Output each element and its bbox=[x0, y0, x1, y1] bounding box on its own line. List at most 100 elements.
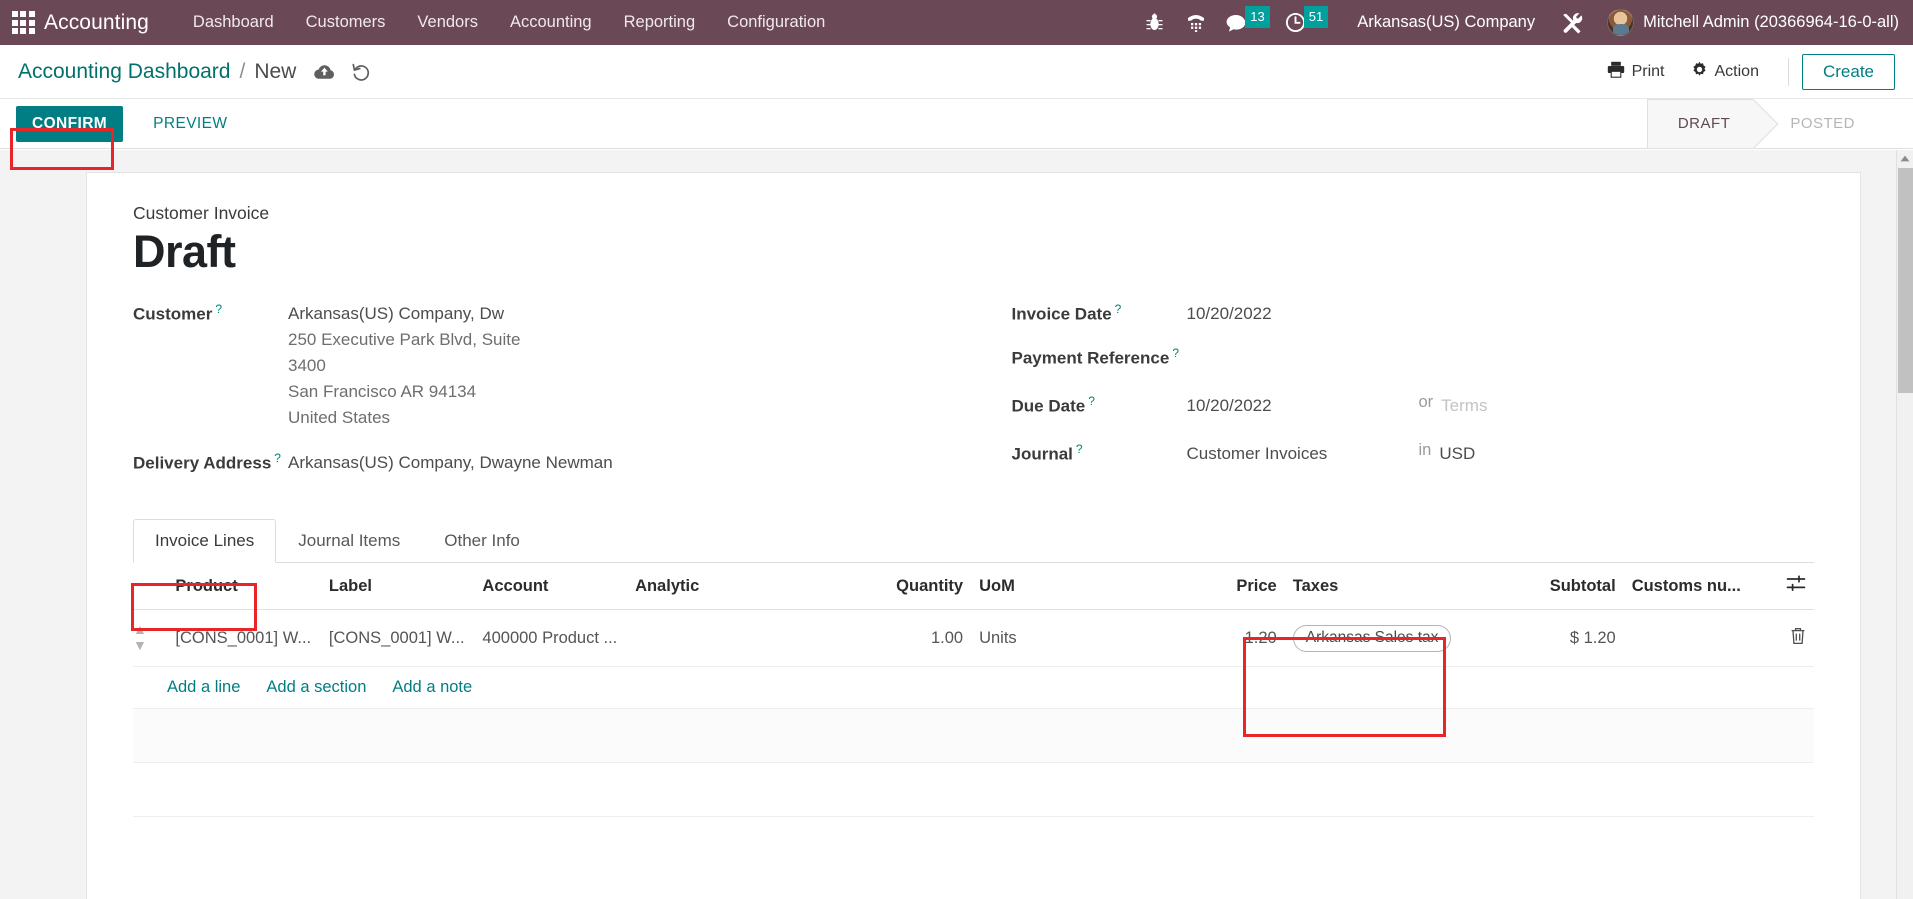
undo-icon[interactable] bbox=[351, 63, 371, 81]
customer-address-line-1: 250 Executive Park Blvd, Suite bbox=[288, 330, 521, 350]
invoice-lines-table: Product Label Account Analytic Quantity … bbox=[133, 563, 1814, 818]
column-subtotal[interactable]: Subtotal bbox=[1517, 563, 1624, 611]
apps-grid-icon[interactable] bbox=[10, 10, 36, 36]
help-icon[interactable]: ? bbox=[1076, 442, 1083, 456]
payment-reference-input[interactable] bbox=[1187, 345, 1387, 371]
add-a-section-link[interactable]: Add a section bbox=[266, 678, 366, 697]
nav-item-configuration[interactable]: Configuration bbox=[711, 7, 841, 38]
column-product[interactable]: Product bbox=[167, 563, 321, 611]
user-name-label: Mitchell Admin (20366964-16-0-all) bbox=[1643, 13, 1899, 31]
navbar-icon-group: 13 51 bbox=[1133, 0, 1335, 45]
help-icon[interactable]: ? bbox=[1088, 394, 1095, 408]
add-row: Add a line Add a section Add a note bbox=[133, 666, 1814, 710]
cell-customs-number[interactable] bbox=[1623, 609, 1776, 668]
phone-keypad-icon[interactable] bbox=[1175, 0, 1217, 45]
breadcrumb-root-link[interactable]: Accounting Dashboard bbox=[18, 60, 230, 84]
row-drag-handle-icon[interactable]: ▲ ▼ bbox=[133, 609, 168, 668]
bug-icon[interactable] bbox=[1133, 0, 1175, 45]
status-pipeline: DRAFT POSTED bbox=[1646, 98, 1913, 149]
nav-item-reporting[interactable]: Reporting bbox=[608, 7, 712, 38]
cell-price[interactable]: 1.20 bbox=[1213, 609, 1285, 668]
column-quantity[interactable]: Quantity bbox=[859, 563, 972, 611]
control-panel-divider bbox=[1787, 57, 1789, 86]
due-date-input[interactable]: 10/20/2022 bbox=[1187, 393, 1419, 419]
field-due-date: Due Date? 10/20/2022 or Terms bbox=[1012, 393, 1815, 419]
empty-row-1 bbox=[133, 708, 1814, 764]
cell-account[interactable]: 400000 Product ... bbox=[474, 609, 628, 668]
tab-invoice-lines[interactable]: Invoice Lines bbox=[133, 519, 277, 564]
user-menu[interactable]: Mitchell Admin (20366964-16-0-all) bbox=[1593, 9, 1899, 36]
cell-label[interactable]: [CONS_0001] W... bbox=[320, 609, 475, 668]
messages-count-badge: 13 bbox=[1245, 5, 1270, 28]
action-button[interactable]: Action bbox=[1678, 55, 1772, 89]
journal-input[interactable]: Customer Invoices bbox=[1187, 441, 1419, 467]
help-icon[interactable]: ? bbox=[1172, 346, 1179, 360]
invoice-sheet: Customer Invoice Draft Customer? Arkansa… bbox=[86, 172, 1861, 899]
tab-other-info[interactable]: Other Info bbox=[422, 519, 542, 563]
column-customs-number[interactable]: Customs nu... bbox=[1623, 563, 1776, 611]
active-company-selector[interactable]: Arkansas(US) Company bbox=[1335, 13, 1551, 32]
create-button[interactable]: Create bbox=[1801, 53, 1895, 90]
table-row[interactable]: ▲ ▼ [CONS_0001] W... [CONS_0001] W... 400… bbox=[133, 609, 1814, 668]
invoice-lines-body: ▲ ▼ [CONS_0001] W... [CONS_0001] W... 400… bbox=[133, 609, 1814, 818]
row-delete-button[interactable] bbox=[1775, 609, 1814, 668]
cell-analytic[interactable] bbox=[627, 609, 860, 668]
customer-address-line-4: United States bbox=[288, 407, 391, 427]
tab-journal-items[interactable]: Journal Items bbox=[276, 519, 422, 563]
help-icon[interactable]: ? bbox=[215, 302, 222, 316]
preview-button[interactable]: PREVIEW bbox=[137, 106, 243, 142]
breadcrumb-current: New bbox=[254, 59, 297, 83]
journal-label: Journal? bbox=[1011, 441, 1083, 464]
table-header-row: Product Label Account Analytic Quantity … bbox=[133, 563, 1814, 611]
print-label: Print bbox=[1631, 62, 1665, 80]
clock-icon bbox=[1285, 12, 1306, 33]
add-a-note-link[interactable]: Add a note bbox=[392, 678, 472, 697]
confirm-button[interactable]: CONFIRM bbox=[16, 105, 124, 142]
empty-row-2 bbox=[133, 762, 1814, 818]
app-brand-accounting[interactable]: Accounting bbox=[44, 11, 149, 35]
cloud-upload-icon[interactable] bbox=[314, 64, 335, 80]
payment-terms-input[interactable]: Terms bbox=[1441, 393, 1487, 419]
form-content-area: Customer Invoice Draft Customer? Arkansa… bbox=[0, 150, 1913, 899]
tax-tag[interactable]: Arkansas Sales tax bbox=[1292, 624, 1452, 652]
sheet-wrapper: Customer Invoice Draft Customer? Arkansa… bbox=[0, 150, 1913, 899]
cell-quantity[interactable]: 1.00 bbox=[859, 609, 972, 668]
add-links-cell: Add a line Add a section Add a note bbox=[133, 666, 1814, 710]
currency-input[interactable]: USD bbox=[1439, 441, 1475, 467]
status-stage-draft[interactable]: DRAFT bbox=[1646, 98, 1755, 149]
notebook-tabs: Invoice Lines Journal Items Other Info bbox=[133, 518, 1814, 564]
help-icon[interactable]: ? bbox=[1115, 302, 1122, 316]
activities-counter[interactable]: 51 bbox=[1277, 0, 1335, 45]
action-label: Action bbox=[1714, 62, 1759, 80]
nav-item-customers[interactable]: Customers bbox=[290, 7, 402, 38]
column-label[interactable]: Label bbox=[320, 563, 475, 611]
nav-item-vendors[interactable]: Vendors bbox=[401, 7, 494, 38]
customer-value[interactable]: Arkansas(US) Company, Dw bbox=[288, 301, 520, 327]
nav-item-dashboard[interactable]: Dashboard bbox=[177, 7, 290, 38]
payment-reference-label: Payment Reference? bbox=[1011, 346, 1180, 368]
help-icon[interactable]: ? bbox=[274, 451, 281, 465]
column-analytic[interactable]: Analytic bbox=[627, 563, 860, 611]
nav-item-accounting[interactable]: Accounting bbox=[494, 7, 608, 38]
print-button[interactable]: Print bbox=[1594, 55, 1678, 89]
column-options-icon[interactable] bbox=[1775, 563, 1814, 611]
cell-uom[interactable]: Units bbox=[971, 609, 1214, 668]
messages-counter[interactable]: 13 bbox=[1217, 0, 1276, 45]
column-account[interactable]: Account bbox=[474, 563, 628, 611]
column-price[interactable]: Price bbox=[1213, 563, 1285, 611]
cell-taxes[interactable]: Arkansas Sales tax bbox=[1284, 609, 1518, 668]
scrollbar-thumb[interactable] bbox=[1898, 168, 1913, 393]
invoice-date-input[interactable]: 10/20/2022 bbox=[1187, 301, 1272, 327]
column-uom[interactable]: UoM bbox=[971, 563, 1214, 611]
page-title: Draft bbox=[133, 226, 236, 277]
cell-product[interactable]: [CONS_0001] W... bbox=[167, 609, 321, 668]
customer-address-line-3: San Francisco AR 94134 bbox=[288, 381, 477, 401]
vertical-scrollbar[interactable] bbox=[1896, 150, 1913, 899]
tools-icon[interactable] bbox=[1551, 0, 1593, 45]
trash-icon[interactable] bbox=[1790, 627, 1806, 649]
scroll-up-arrow-icon[interactable] bbox=[1897, 150, 1913, 167]
invoice-lines-header: Product Label Account Analytic Quantity … bbox=[133, 563, 1814, 611]
column-taxes[interactable]: Taxes bbox=[1284, 563, 1518, 611]
delivery-address-value[interactable]: Arkansas(US) Company, Dwayne Newman bbox=[288, 450, 613, 476]
add-a-line-link[interactable]: Add a line bbox=[167, 678, 240, 697]
